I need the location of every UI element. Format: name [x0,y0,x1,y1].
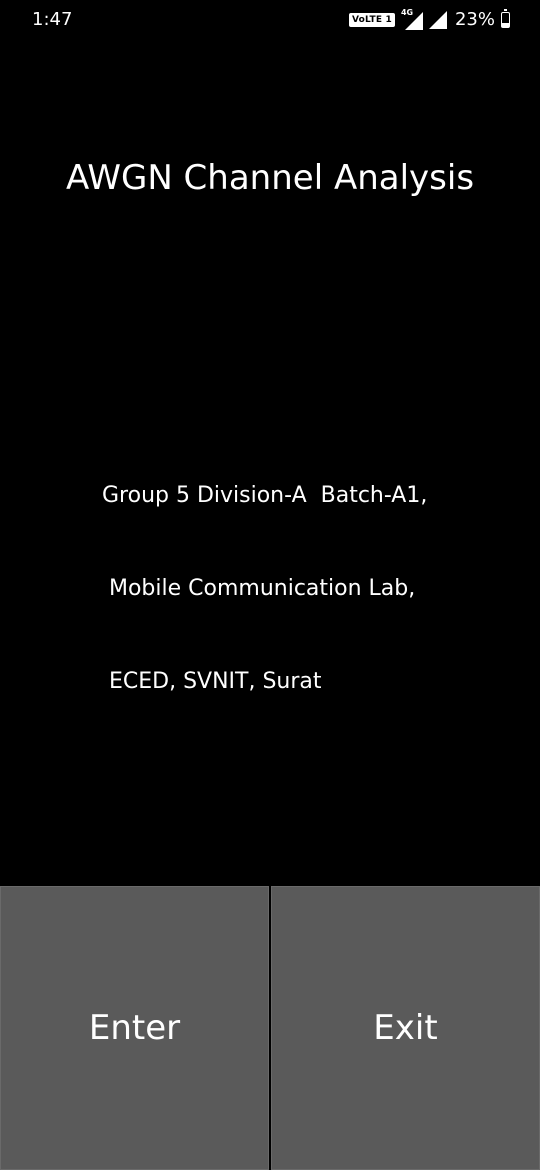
status-icons: VoLTE 1 4G 23% [349,8,510,30]
credits-line-3: ECED, SVNIT, Surat [102,669,322,694]
status-bar: 1:47 VoLTE 1 4G 23% [0,0,540,40]
status-time: 1:47 [32,9,73,30]
signal-4g-icon: 4G [401,8,423,30]
credits-line-2: Mobile Communication Lab, [102,576,416,601]
app-screen: 1:47 VoLTE 1 4G 23% AWGN Channel Analysi… [0,0,540,1170]
action-buttons: Enter Exit [0,886,540,1170]
battery-fill [502,23,509,27]
battery-icon [501,8,510,28]
credits-text: Group 5 Division-A Batch-A1, Mobile Comm… [102,418,427,759]
volte-badge: VoLTE 1 [349,12,395,27]
app-title: AWGN Channel Analysis [65,158,475,198]
credits-line-1: Group 5 Division-A Batch-A1, [102,483,428,508]
signal-strength-icon [428,10,447,29]
enter-button[interactable]: Enter [0,886,269,1170]
battery-percent: 23% [454,9,495,30]
exit-button[interactable]: Exit [271,886,540,1170]
